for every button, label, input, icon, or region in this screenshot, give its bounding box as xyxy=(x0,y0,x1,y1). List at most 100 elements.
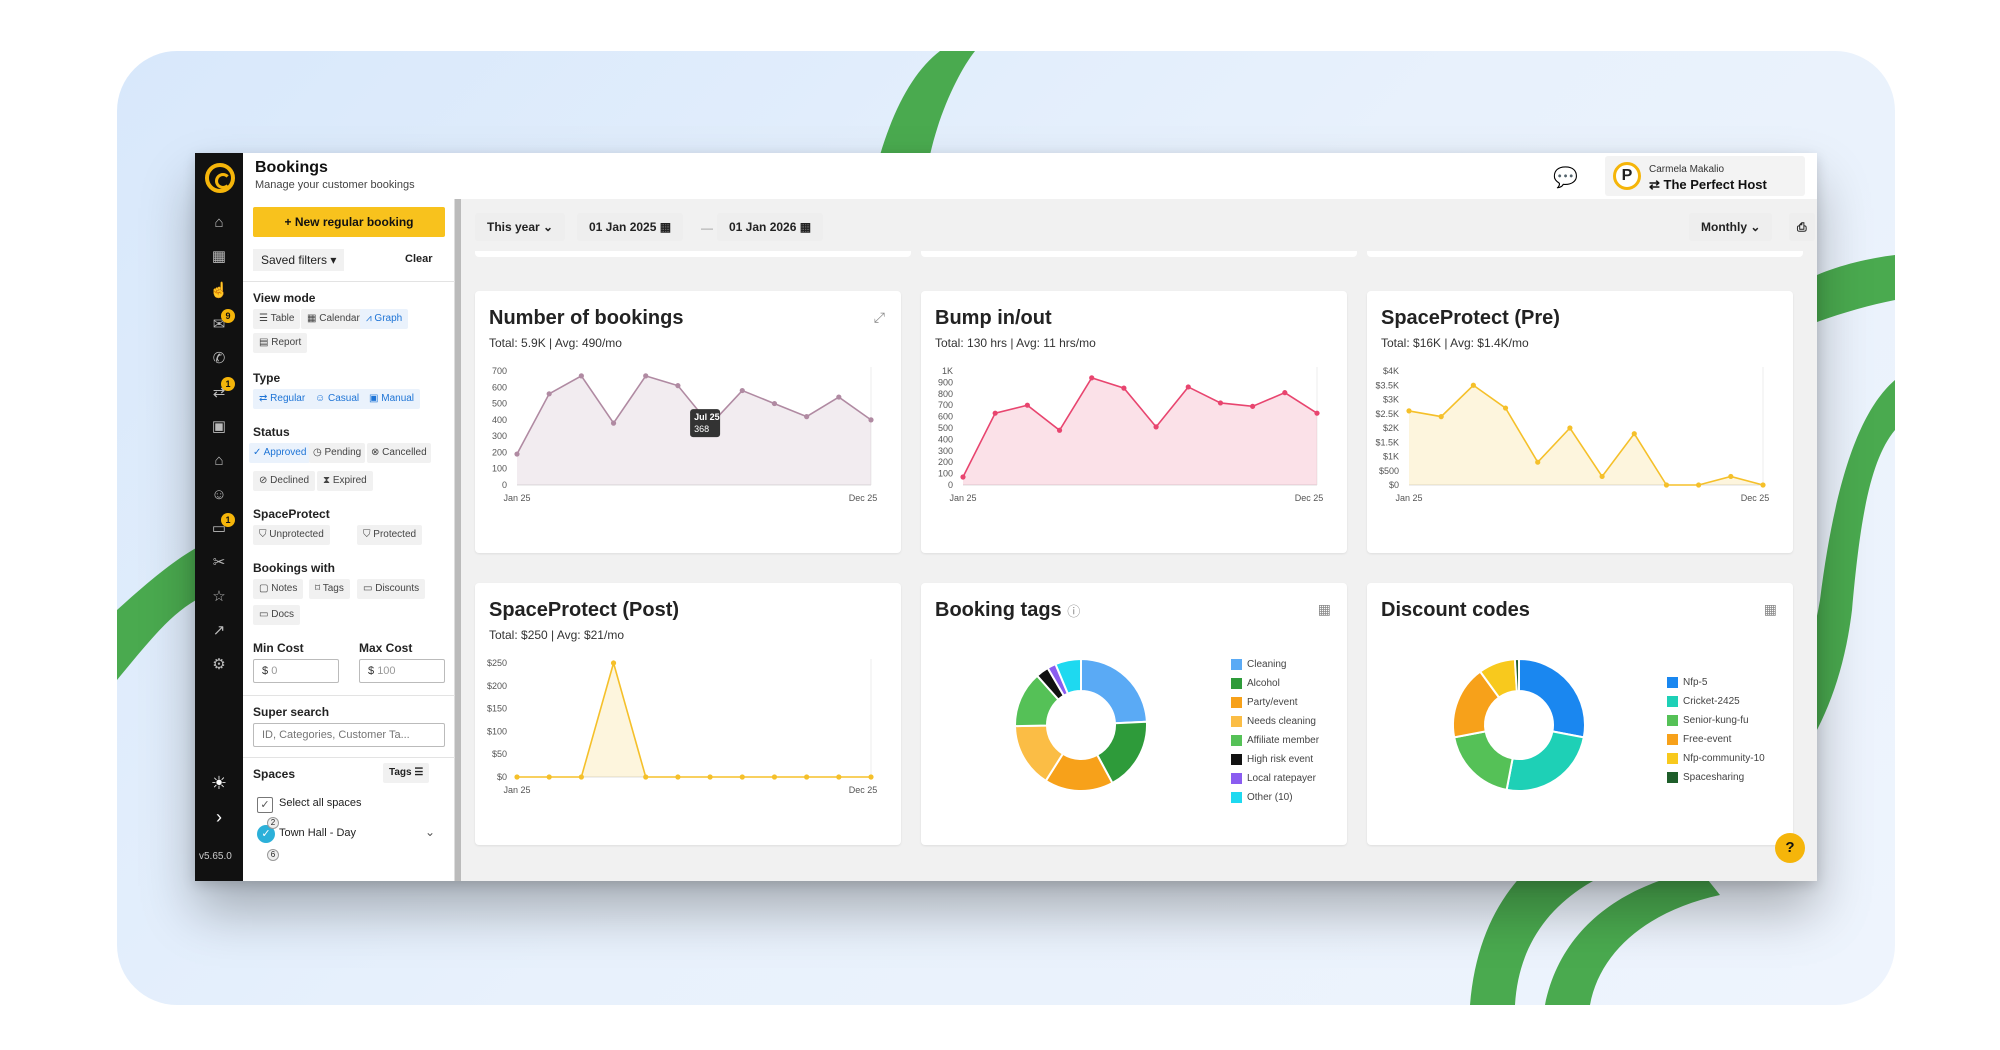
view-table-chip[interactable]: ☰ Table xyxy=(253,309,301,329)
schedule-icon[interactable]: ▣ xyxy=(209,417,229,437)
view-graph-chip[interactable]: ⩘ Graph xyxy=(360,309,409,329)
settings-icon[interactable]: ⚙ xyxy=(209,655,229,675)
with-discounts-chip[interactable]: ▭ Discounts xyxy=(357,579,426,599)
status-expired-chip[interactable]: ⧗ Expired xyxy=(317,471,373,491)
with-tags-chip[interactable]: ⌑ Tags xyxy=(309,579,350,599)
x-tick-label: Jan 25 xyxy=(503,493,530,503)
table-icon: ☰ xyxy=(259,313,271,324)
star-icon[interactable]: ☆ xyxy=(209,587,229,607)
y-tick-label: $200 xyxy=(487,681,507,691)
data-point xyxy=(1314,410,1320,416)
type-regular-chip[interactable]: ⇄ Regular xyxy=(253,389,312,409)
unprotected-chip[interactable]: ⛉ Unprotected xyxy=(253,525,330,545)
view-report-label: Report xyxy=(271,337,302,348)
data-point xyxy=(1153,424,1159,430)
y-tick-label: 100 xyxy=(492,464,507,474)
max-cost-input[interactable]: $ 100 xyxy=(359,659,445,683)
reports-icon[interactable]: ↗ xyxy=(209,621,229,641)
calendar-icon[interactable]: ▦ xyxy=(209,247,229,267)
y-tick-label: 0 xyxy=(948,480,953,490)
select-all-checkbox[interactable]: ✓ xyxy=(257,797,273,813)
space-name[interactable]: Town Hall - Day xyxy=(279,827,356,839)
max-cost-label: Max Cost xyxy=(359,641,413,655)
spaces-tags-button[interactable]: Tags ☰ xyxy=(383,763,430,783)
data-point xyxy=(1217,400,1224,406)
app-logo[interactable] xyxy=(205,163,235,193)
period-dropdown[interactable]: This year ⌄ xyxy=(475,213,566,241)
data-point xyxy=(707,774,713,780)
bump-chart: 0100 200300 400500600 700800 9001K Jan 25 Dec … xyxy=(938,366,1323,503)
home-icon[interactable]: ⌂ xyxy=(209,213,229,233)
legend-item[interactable]: Affiliate member xyxy=(1231,731,1319,750)
legend-item[interactable]: Spacesharing xyxy=(1667,768,1765,787)
protected-chip[interactable]: ⛉ Protected xyxy=(357,525,423,545)
org-label: The Perfect Host xyxy=(1663,177,1767,192)
help-button[interactable]: ? xyxy=(1775,833,1805,863)
megaphone-icon[interactable]: ✆ xyxy=(209,349,229,369)
print-icon[interactable]: ⎙ xyxy=(1789,213,1815,241)
view-report-chip[interactable]: ▤ Report xyxy=(253,333,308,353)
x-tick-label: Jan 25 xyxy=(503,785,530,795)
chat-icon[interactable]: 💬 xyxy=(1553,165,1578,190)
new-booking-button[interactable]: + New regular booking xyxy=(253,207,445,237)
thumbs-up-icon[interactable]: ☝ xyxy=(209,281,229,301)
user-switcher[interactable]: P Carmela Makalio ⇄ The Perfect Host xyxy=(1605,156,1805,196)
type-label: Type xyxy=(253,371,281,385)
legend-item[interactable]: Cricket-2425 xyxy=(1667,692,1765,711)
spaces-icon[interactable]: ⌂ xyxy=(209,451,229,471)
interval-dropdown[interactable]: Monthly ⌄ xyxy=(1689,213,1773,241)
legend-item[interactable]: Local ratepayer xyxy=(1231,769,1319,788)
legend-item[interactable]: Alcohol xyxy=(1231,674,1319,693)
with-discounts-label: Discounts xyxy=(375,583,420,594)
clear-filters-button[interactable]: Clear xyxy=(405,253,433,265)
page-title: Bookings xyxy=(255,159,328,176)
saved-filters-dropdown[interactable]: Saved filters ▾ xyxy=(253,249,345,271)
legend-label: Senior-kung-fu xyxy=(1683,715,1749,726)
user-icon[interactable]: ☺ xyxy=(209,485,229,505)
legend-item[interactable]: Nfp-5 xyxy=(1667,673,1765,692)
data-point xyxy=(643,774,649,780)
theme-sun-icon[interactable]: ☀ xyxy=(209,773,229,793)
type-manual-chip[interactable]: ▣ Manual xyxy=(363,389,421,409)
legend-swatch xyxy=(1231,792,1242,803)
with-docs-chip[interactable]: ▭ Docs xyxy=(253,605,301,625)
date-separator: — xyxy=(701,221,713,235)
data-point xyxy=(868,417,874,423)
date-to-picker[interactable]: 01 Jan 2026 ▦ xyxy=(717,213,824,241)
legend-item[interactable]: High risk event xyxy=(1231,750,1319,769)
expand-chevron-icon[interactable]: › xyxy=(209,807,229,827)
min-cost-input[interactable]: $ 0 xyxy=(253,659,339,683)
status-declined-chip[interactable]: ⊘ Declined xyxy=(253,471,316,491)
super-search-input[interactable] xyxy=(253,723,445,747)
view-calendar-chip[interactable]: ▦ Calendar xyxy=(301,309,366,329)
date-from-picker[interactable]: 01 Jan 2025 ▦ xyxy=(577,213,684,241)
legend-label: Cricket-2425 xyxy=(1683,696,1740,707)
legend-item[interactable]: Free-event xyxy=(1667,730,1765,749)
casual-icon: ☺ xyxy=(315,393,328,404)
chevron-down-icon[interactable]: ⌄ xyxy=(425,825,435,839)
data-point xyxy=(868,774,874,780)
min-cost-value: 0 xyxy=(271,665,278,677)
with-notes-chip[interactable]: ▢ Notes xyxy=(253,579,304,599)
status-cancelled-chip[interactable]: ⊗ Cancelled xyxy=(367,443,431,463)
discount-icon: ▭ xyxy=(363,583,376,594)
legend-item[interactable]: Needs cleaning xyxy=(1231,712,1319,731)
messages-badge: 9 xyxy=(221,309,235,323)
folder-icon: ▭ xyxy=(259,609,272,620)
switch-icon: ⇄ xyxy=(1649,177,1664,192)
status-approved-chip[interactable]: ✓ Approved xyxy=(249,443,311,463)
legend-item[interactable]: Cleaning xyxy=(1231,655,1319,674)
status-pending-chip[interactable]: ◷ Pending xyxy=(309,443,366,463)
data-point xyxy=(739,387,745,394)
type-casual-chip[interactable]: ☺ Casual xyxy=(309,389,366,409)
data-point xyxy=(1121,385,1127,391)
inbox-badge: 1 xyxy=(221,513,235,527)
legend-item[interactable]: Senior-kung-fu xyxy=(1667,711,1765,730)
plus-icon: + xyxy=(284,215,295,229)
x-tick-label: Jan 25 xyxy=(1395,493,1422,503)
y-tick-label: 600 xyxy=(938,412,953,422)
legend-item[interactable]: Nfp-community-10 xyxy=(1667,749,1765,768)
integrations-icon[interactable]: ✂ xyxy=(209,553,229,573)
legend-item[interactable]: Party/event xyxy=(1231,693,1319,712)
legend-item[interactable]: Other (10) xyxy=(1231,788,1319,807)
